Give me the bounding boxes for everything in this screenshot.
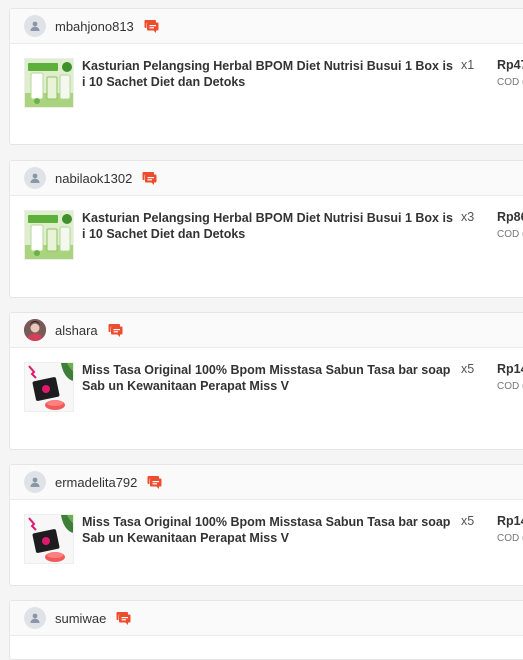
- order-price: Rp47: [497, 58, 523, 72]
- chat-icon[interactable]: [108, 323, 124, 338]
- buyer-username[interactable]: alshara: [55, 323, 98, 338]
- order-header: nabilaok1302: [10, 161, 523, 196]
- product-name[interactable]: Kasturian Pelangsing Herbal BPOM Diet Nu…: [82, 210, 456, 242]
- chat-icon[interactable]: [144, 19, 160, 34]
- avatar-icon[interactable]: [24, 319, 46, 341]
- order-card: alshara Miss Tasa Original 100% Bpom Mis…: [9, 312, 523, 450]
- payment-method: COD (: [497, 229, 523, 240]
- chat-icon[interactable]: [147, 475, 163, 490]
- product-quantity: x1: [461, 58, 475, 72]
- order-price: Rp14: [497, 514, 523, 528]
- avatar-icon[interactable]: [24, 471, 46, 493]
- buyer-username[interactable]: ermadelita792: [55, 475, 137, 490]
- order-card: mbahjono813 Kasturian Pelangsing Herbal …: [9, 8, 523, 145]
- avatar-icon[interactable]: [24, 15, 46, 37]
- product-thumbnail[interactable]: [24, 362, 74, 412]
- product-thumbnail[interactable]: [24, 514, 74, 564]
- order-header: ermadelita792: [10, 465, 523, 500]
- product-thumbnail[interactable]: [24, 210, 74, 260]
- buyer-username[interactable]: sumiwae: [55, 611, 106, 626]
- buyer-username[interactable]: nabilaok1302: [55, 171, 132, 186]
- payment-method: COD (: [497, 533, 523, 544]
- avatar-icon[interactable]: [24, 607, 46, 629]
- product-quantity: x5: [461, 514, 475, 528]
- product-thumbnail[interactable]: [24, 58, 74, 108]
- product-quantity: x3: [461, 210, 475, 224]
- order-card: ermadelita792 Miss Tasa Original 100% Bp…: [9, 464, 523, 586]
- order-header: mbahjono813: [10, 9, 523, 44]
- buyer-username[interactable]: mbahjono813: [55, 19, 134, 34]
- product-name[interactable]: Miss Tasa Original 100% Bpom Misstasa Sa…: [82, 514, 456, 546]
- order-header: sumiwae: [10, 601, 523, 636]
- chat-icon[interactable]: [116, 611, 132, 626]
- order-card: sumiwae: [9, 600, 523, 660]
- order-card: nabilaok1302 Kasturian Pelangsing Herbal…: [9, 160, 523, 298]
- order-price: Rp14: [497, 362, 523, 376]
- payment-method: COD (: [497, 381, 523, 392]
- product-quantity: x5: [461, 362, 475, 376]
- payment-method: COD (: [497, 77, 523, 88]
- product-name[interactable]: Kasturian Pelangsing Herbal BPOM Diet Nu…: [82, 58, 456, 90]
- order-price: Rp86: [497, 210, 523, 224]
- order-header: alshara: [10, 313, 523, 348]
- avatar-icon[interactable]: [24, 167, 46, 189]
- product-name[interactable]: Miss Tasa Original 100% Bpom Misstasa Sa…: [82, 362, 456, 394]
- chat-icon[interactable]: [142, 171, 158, 186]
